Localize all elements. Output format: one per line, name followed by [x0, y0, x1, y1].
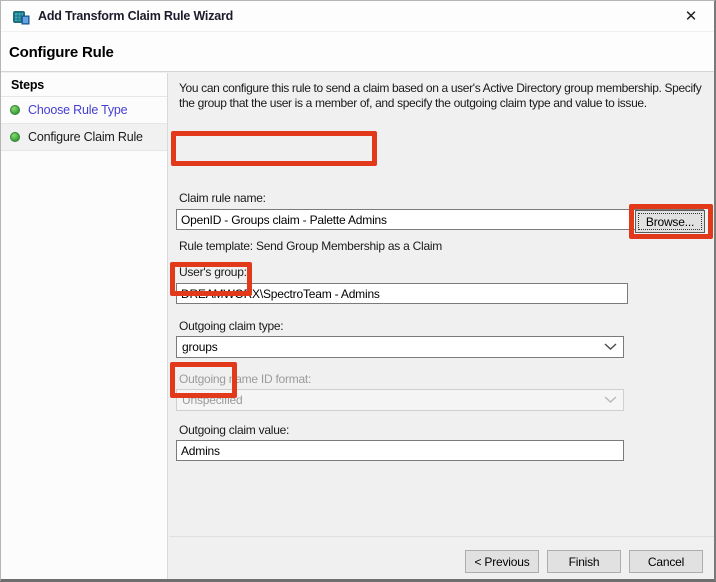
steps-sidebar: Steps Choose Rule Type Configure Claim R…	[1, 73, 168, 580]
steps-heading: Steps	[1, 73, 167, 97]
step-choose-rule-type[interactable]: Choose Rule Type	[1, 97, 167, 124]
claim-rule-name-label: Claim rule name:	[179, 191, 266, 205]
footer-divider	[169, 536, 716, 537]
previous-button[interactable]: < Previous	[465, 550, 539, 573]
header-band: Add Transform Claim Rule Wizard ✕ Config…	[1, 1, 714, 72]
close-icon[interactable]: ✕	[680, 6, 702, 28]
outgoing-claim-type-label: Outgoing claim type:	[179, 319, 283, 333]
outgoing-claim-value-label: Outgoing claim value:	[179, 423, 289, 437]
outgoing-name-id-format-dropdown: Unspecified	[176, 389, 624, 411]
step-configure-claim-rule[interactable]: Configure Claim Rule	[1, 124, 167, 151]
outgoing-name-id-format-label: Outgoing name ID format:	[179, 372, 311, 386]
rule-template-text: Rule template: Send Group Membership as …	[179, 239, 442, 253]
browse-button[interactable]: Browse...	[635, 210, 705, 233]
page-title: Configure Rule	[9, 44, 114, 61]
chevron-down-icon	[604, 395, 617, 404]
highlight-claim-rule-name	[171, 131, 377, 166]
users-group-input[interactable]	[176, 283, 628, 304]
adfs-app-icon	[11, 7, 31, 27]
step-label: Choose Rule Type	[28, 103, 127, 117]
wizard-window: Add Transform Claim Rule Wizard ✕ Config…	[0, 0, 716, 582]
rule-description: You can configure this rule to send a cl…	[179, 81, 711, 111]
finish-button[interactable]: Finish	[547, 550, 621, 573]
window-title: Add Transform Claim Rule Wizard	[38, 9, 233, 23]
step-complete-bullet-icon	[10, 105, 20, 115]
outgoing-claim-type-value: groups	[182, 340, 218, 354]
outgoing-claim-type-dropdown[interactable]: groups	[176, 336, 624, 358]
claim-rule-name-input[interactable]	[176, 209, 704, 230]
cancel-button[interactable]: Cancel	[629, 550, 703, 573]
form-pane: You can configure this rule to send a cl…	[169, 73, 716, 580]
outgoing-claim-value-input[interactable]	[176, 440, 624, 461]
step-current-bullet-icon	[10, 132, 20, 142]
dialog-body: Steps Choose Rule Type Configure Claim R…	[1, 73, 716, 580]
step-label: Configure Claim Rule	[28, 130, 143, 144]
title-bar: Add Transform Claim Rule Wizard ✕	[1, 1, 714, 32]
users-group-label: User's group:	[179, 265, 247, 279]
chevron-down-icon	[604, 342, 617, 351]
outgoing-name-id-format-value: Unspecified	[182, 393, 243, 407]
